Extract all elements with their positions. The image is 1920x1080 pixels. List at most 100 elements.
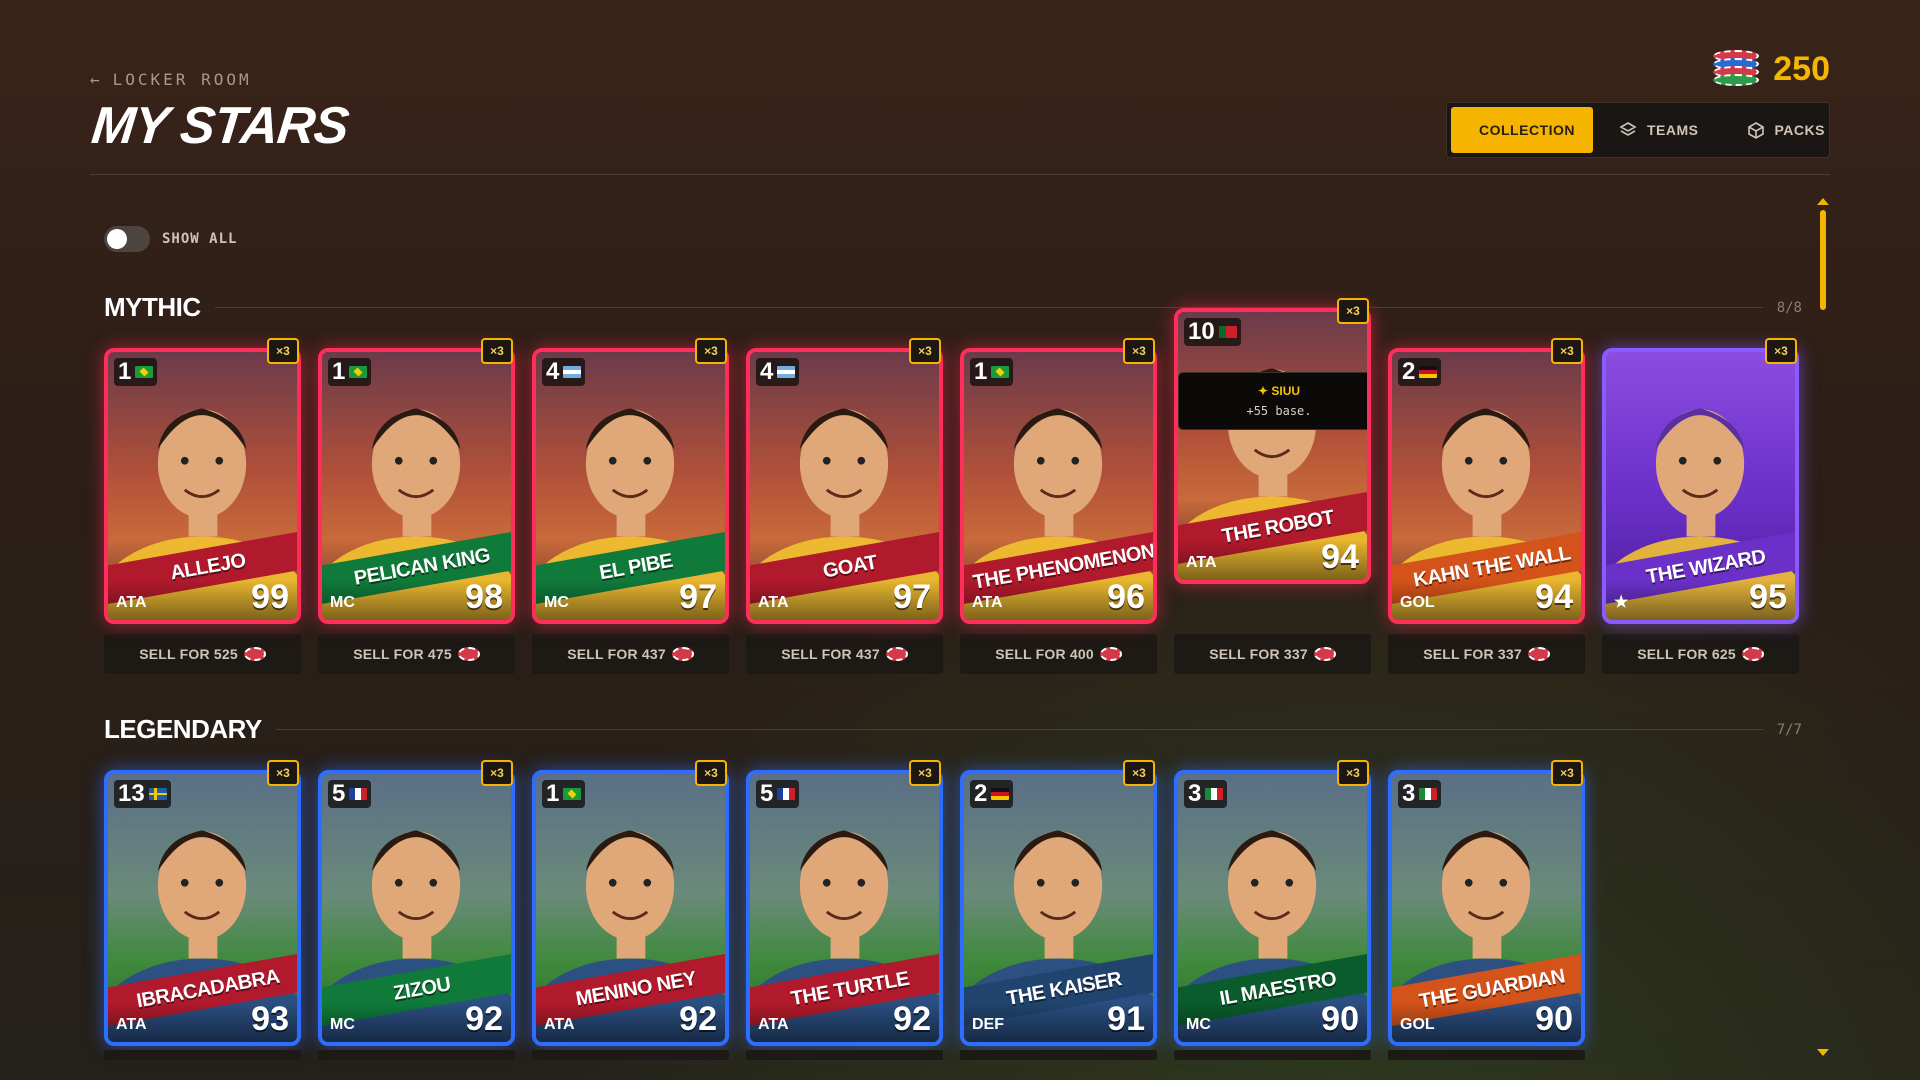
player-card[interactable]: 10 THE ROBOT ATA 94 ✦ SIUU +55 base.	[1174, 308, 1371, 584]
sell-button[interactable]: SELL FOR 437	[746, 634, 943, 674]
section-header-mythic: MYTHIC 8/8	[104, 292, 1802, 323]
card-footer: MC 92	[322, 1002, 511, 1042]
player-card[interactable]: 1 PELICAN KING MC 98	[318, 348, 515, 624]
player-card[interactable]: 1 ALLEJO ATA 99	[104, 348, 301, 624]
player-card-slot: ×3 10 THE ROBOT ATA 94 ✦ SIUU +55 base. SELL FO…	[1174, 298, 1371, 674]
sell-button[interactable]: SELL FOR 437	[532, 634, 729, 674]
arrow-left-icon: ←	[90, 70, 103, 89]
poker-chip-icon	[671, 647, 694, 661]
sell-button[interactable]	[532, 1050, 729, 1060]
tab-collection-label: COLLECTION	[1479, 122, 1575, 138]
player-card-slot: ×3 13 IBRACADABRA ATA 93	[104, 760, 301, 1046]
layers-icon	[1619, 122, 1637, 136]
card-footer: ATA 93	[108, 1002, 297, 1042]
section-title: LEGENDARY	[104, 714, 262, 744]
show-all-label: SHOW ALL	[162, 231, 238, 247]
player-rating: 96	[1107, 578, 1145, 616]
shirt-number-badge: 1	[970, 358, 1014, 386]
scroll-up-arrow-icon[interactable]	[1817, 198, 1829, 205]
player-position: DEF	[972, 1016, 1004, 1033]
card-footer: GOL 94	[1392, 580, 1581, 620]
sell-button[interactable]	[1174, 1050, 1371, 1060]
section-count: 8/8	[1776, 299, 1802, 316]
header-divider	[90, 174, 1830, 175]
legendary-card-grid: ×3 13 IBRACADABRA ATA 93 ×3 5 ZIZOU MC 92 ×3 1 MENIN…	[104, 760, 1585, 1046]
back-link-locker-room[interactable]: ← LOCKER ROOM	[90, 70, 252, 89]
show-all-filter: SHOW ALL	[104, 226, 237, 252]
tab-collection[interactable]: COLLECTION	[1451, 107, 1593, 153]
player-card[interactable]: 1 THE PHENOMENON ATA 96	[960, 348, 1157, 624]
tab-teams-label: TEAMS	[1647, 122, 1699, 138]
ability-name: ✦ SIUU	[1257, 384, 1301, 398]
nation-flag-icon	[777, 366, 796, 378]
scroll-thumb[interactable]	[1820, 210, 1826, 310]
player-card-slot: ×3 1 THE PHENOMENON ATA 96 SELL FOR 400	[960, 338, 1157, 674]
section-header-legendary: LEGENDARY 7/7	[104, 714, 1802, 745]
sell-button[interactable]: SELL FOR 625	[1602, 634, 1799, 674]
player-rating: 97	[893, 578, 931, 616]
player-rating: 98	[465, 578, 503, 616]
player-card[interactable]: 13 IBRACADABRA ATA 93	[104, 770, 301, 1046]
nation-flag-icon	[991, 788, 1010, 800]
sell-button[interactable]	[318, 1050, 515, 1060]
player-rating: 95	[1749, 578, 1787, 616]
player-card-slot: ×3 3 IL MAESTRO MC 90	[1174, 760, 1371, 1046]
sell-button[interactable]	[1388, 1050, 1585, 1060]
poker-chip-icon	[1099, 647, 1122, 661]
player-card[interactable]: 2 KAHN THE WALL GOL 94	[1388, 348, 1585, 624]
shirt-number: 3	[1402, 780, 1416, 807]
sell-button[interactable]: SELL FOR 337	[1174, 634, 1371, 674]
sell-button[interactable]	[104, 1050, 301, 1060]
shirt-number-badge: 3	[1184, 780, 1228, 808]
player-card[interactable]: 2 THE KAISER DEF 91	[960, 770, 1157, 1046]
scroll-down-arrow-icon[interactable]	[1817, 1049, 1829, 1056]
tab-teams[interactable]: TEAMS	[1597, 107, 1721, 153]
show-all-toggle[interactable]	[104, 226, 150, 252]
player-card[interactable]: 5 THE TURTLE ATA 92	[746, 770, 943, 1046]
player-position: GOL	[1400, 1016, 1435, 1033]
multiplier-badge: ×3	[909, 338, 941, 364]
player-card[interactable]: THE WIZARD ★ 95	[1602, 348, 1799, 624]
sell-button[interactable]	[960, 1050, 1157, 1060]
player-card[interactable]: 5 ZIZOU MC 92	[318, 770, 515, 1046]
multiplier-badge: ×3	[1337, 298, 1369, 324]
sell-button-label: SELL FOR 437	[781, 646, 880, 662]
shirt-number-badge: 5	[328, 780, 372, 808]
player-card-slot: ×3 1 ALLEJO ATA 99 SELL FOR 525	[104, 338, 301, 674]
shirt-number-badge: 4	[756, 358, 800, 386]
poker-chip-icon	[457, 647, 480, 661]
shirt-number-badge: 10	[1184, 318, 1241, 346]
sell-button[interactable]: SELL FOR 475	[318, 634, 515, 674]
nation-flag-icon	[148, 788, 167, 800]
sell-button-label: SELL FOR 475	[353, 646, 452, 662]
sell-button-label: SELL FOR 400	[995, 646, 1094, 662]
player-card-slot: ×3 2 KAHN THE WALL GOL 94 SELL FOR 337	[1388, 338, 1585, 674]
scrollbar[interactable]	[1817, 198, 1829, 1056]
nation-flag-icon	[563, 366, 582, 378]
sell-button[interactable]	[746, 1050, 943, 1060]
player-rating: 93	[251, 1000, 289, 1038]
multiplier-badge: ×3	[695, 760, 727, 786]
player-card[interactable]: 4 GOAT ATA 97	[746, 348, 943, 624]
sell-button[interactable]: SELL FOR 337	[1388, 634, 1585, 674]
player-card[interactable]: 3 THE GUARDIAN GOL 90	[1388, 770, 1585, 1046]
player-position: ATA	[116, 594, 147, 611]
section-count: 7/7	[1776, 721, 1802, 738]
sell-button[interactable]: SELL FOR 525	[104, 634, 301, 674]
player-card-slot: ×3 4 EL PIBE MC 97 SELL FOR 437	[532, 338, 729, 674]
player-position: ATA	[758, 594, 789, 611]
tab-packs[interactable]: PACKS	[1725, 107, 1847, 153]
sell-button[interactable]: SELL FOR 400	[960, 634, 1157, 674]
shirt-number-badge: 13	[114, 780, 171, 808]
player-card[interactable]: 1 MENINO NEY ATA 92	[532, 770, 729, 1046]
shirt-number: 1	[974, 358, 988, 385]
player-card[interactable]: 3 IL MAESTRO MC 90	[1174, 770, 1371, 1046]
sell-button-label: SELL FOR 625	[1637, 646, 1736, 662]
player-position: MC	[330, 1016, 355, 1033]
nation-flag-icon	[563, 788, 582, 800]
sell-button-label: SELL FOR 337	[1209, 646, 1308, 662]
player-rating: 90	[1535, 1000, 1573, 1038]
sell-button-label: SELL FOR 337	[1423, 646, 1522, 662]
player-card[interactable]: 4 EL PIBE MC 97	[532, 348, 729, 624]
multiplier-badge: ×3	[267, 760, 299, 786]
